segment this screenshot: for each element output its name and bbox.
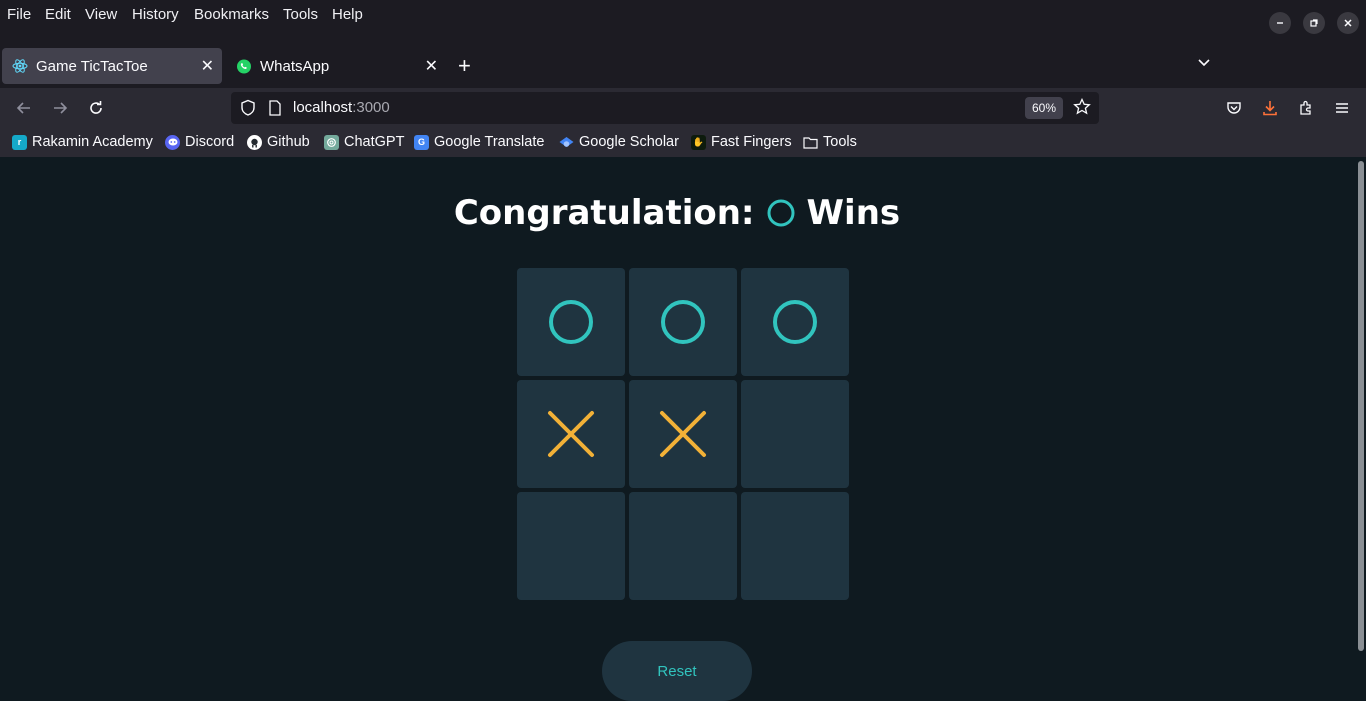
minimize-icon[interactable] [1269,12,1291,34]
zoom-level-badge[interactable]: 60% [1025,97,1063,119]
menu-file[interactable]: File [7,6,31,23]
board-cell[interactable] [517,380,625,488]
google-translate-icon: G [414,134,429,150]
bookmark-rakamin-academy[interactable]: r Rakamin Academy [12,134,153,150]
bookmark-google-translate[interactable]: G Google Translate [414,134,544,150]
board-cell[interactable] [741,268,849,376]
o-mark-icon [661,300,705,344]
download-icon[interactable] [1258,96,1282,120]
navigation-bar: localhost:3000 60% [0,88,1366,128]
game-board [517,268,849,600]
hamburger-menu-icon[interactable] [1330,96,1354,120]
menu-edit[interactable]: Edit [45,6,71,23]
board-cell[interactable] [517,268,625,376]
discord-icon [165,134,180,150]
tab-title: Game TicTacToe [36,57,148,75]
whatsapp-icon [236,58,252,74]
bookmark-folder-tools[interactable]: Tools [803,134,857,150]
fast-fingers-icon: ✋ [691,134,706,150]
menu-bookmarks[interactable]: Bookmarks [194,6,269,23]
tab-whatsapp[interactable]: WhatsApp ✕ [226,48,446,84]
new-tab-icon[interactable]: + [458,53,471,79]
tab-bar: Game TicTacToe ✕ WhatsApp ✕ [0,44,1366,88]
title-suffix: Wins [806,193,901,233]
url-bar[interactable]: localhost:3000 60% [231,92,1099,124]
restore-icon[interactable] [1303,12,1325,34]
board-cell[interactable] [517,492,625,600]
x-mark-icon [660,411,706,457]
x-mark-icon [548,411,594,457]
o-mark-icon [773,300,817,344]
board-cell[interactable] [741,380,849,488]
board-cell[interactable] [629,268,737,376]
folder-icon [803,135,818,150]
winner-o-icon [767,199,795,227]
chevron-down-icon[interactable] [1196,55,1212,76]
bookmark-fast-fingers[interactable]: ✋ Fast Fingers [691,134,792,150]
page-content: Congratulation: Wins Reset [0,157,1366,701]
bookmark-label: Fast Fingers [711,134,792,150]
rakamin-icon: r [12,134,27,150]
chatgpt-icon [324,134,339,150]
bookmark-google-scholar[interactable]: Google Scholar [559,134,679,150]
bookmark-chatgpt[interactable]: ChatGPT [324,134,404,150]
bookmark-label: Github [267,134,310,150]
extensions-icon[interactable] [1294,96,1318,120]
tab-title: WhatsApp [260,57,330,75]
board-cell[interactable] [629,380,737,488]
menu-tools[interactable]: Tools [283,6,318,23]
url-text: localhost:3000 [293,99,390,116]
reload-icon[interactable] [84,96,108,120]
page-icon[interactable] [268,100,282,121]
pocket-icon[interactable] [1222,96,1246,120]
board-cell[interactable] [629,492,737,600]
star-icon[interactable] [1073,97,1091,121]
close-window-icon[interactable] [1337,12,1359,34]
scrollbar[interactable] [1358,161,1364,651]
page-title: Congratulation: Wins [0,193,1354,233]
react-icon [12,58,28,74]
menu-help[interactable]: Help [332,6,363,23]
bookmark-label: Rakamin Academy [32,134,153,150]
bookmark-discord[interactable]: Discord [165,134,234,150]
back-icon[interactable] [12,96,36,120]
board-cell[interactable] [741,492,849,600]
bookmark-label: Google Scholar [579,134,679,150]
reset-button[interactable]: Reset [602,641,752,701]
bookmark-label: Tools [823,134,857,150]
bookmark-label: Discord [185,134,235,150]
close-tab-icon[interactable]: ✕ [201,56,214,76]
bookmark-github[interactable]: Github [247,134,310,150]
google-scholar-icon [559,135,574,150]
tab-game-tictactoe[interactable]: Game TicTacToe ✕ [2,48,222,84]
url-port: :3000 [352,99,390,116]
menu-history[interactable]: History [132,6,179,23]
menu-view[interactable]: View [85,6,117,23]
close-tab-icon[interactable]: ✕ [425,56,438,76]
o-mark-icon [549,300,593,344]
github-icon [247,134,262,150]
menu-bar: File Edit View History Bookmarks Tools H… [0,0,1366,44]
shield-icon[interactable] [239,99,257,122]
bookmark-label: Google Translate [434,134,545,150]
bookmarks-toolbar: r Rakamin Academy Discord Github ChatGPT… [0,128,1366,157]
forward-icon[interactable] [48,96,72,120]
bookmark-label: ChatGPT [344,134,405,150]
title-prefix: Congratulation: [453,193,755,233]
url-host: localhost [293,99,353,116]
